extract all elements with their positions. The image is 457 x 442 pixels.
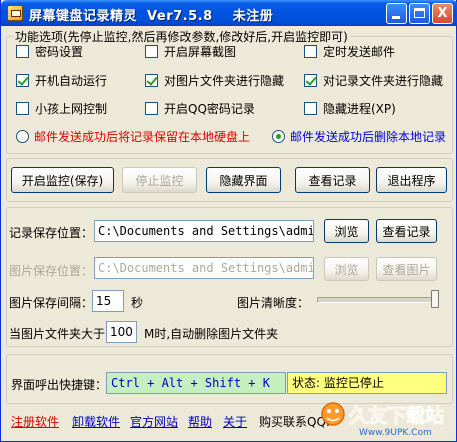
image-path-input[interactable]: C:\Documents and Settings\admin: [94, 257, 314, 279]
checkbox-label: 密码设置: [35, 45, 84, 59]
checkbox-box[interactable]: [145, 74, 158, 87]
checkbox-box[interactable]: [16, 74, 29, 87]
record-path-label: 记录保存位置：: [9, 226, 94, 240]
help-link[interactable]: 帮助: [188, 413, 212, 430]
title-bar[interactable]: 屏幕键盘记录精灵 Ver7.5.8 未注册 X: [1, 0, 457, 26]
keep-local-radio[interactable]: 邮件发送成功后将记录保留在本地硬盘上: [16, 128, 250, 145]
checkbox-label: 开启QQ密码记录: [164, 102, 255, 116]
image-clarity-slider[interactable]: [317, 297, 439, 303]
record-view-button[interactable]: 查看记录: [376, 219, 437, 243]
autostart-checkbox[interactable]: 开机自动运行: [16, 72, 107, 89]
about-link[interactable]: 关于: [223, 413, 247, 430]
checkbox-label: 对记录文件夹进行隐藏: [323, 74, 444, 88]
exit-button[interactable]: 退出程序: [376, 167, 447, 193]
main-window: 屏幕键盘记录精灵 Ver7.5.8 未注册 X 功能选项(先停止监控,然后再修改…: [0, 0, 457, 442]
checkbox-box[interactable]: [145, 102, 158, 115]
checkbox-label: 定时发送邮件: [323, 45, 396, 59]
password-setting-checkbox[interactable]: 密码设置: [16, 43, 83, 60]
record-path-input[interactable]: C:\Documents and Settings\admin: [94, 220, 314, 242]
hide-image-folder-checkbox[interactable]: 对图片文件夹进行隐藏: [145, 72, 284, 89]
image-path-label: 图片保存位置：: [9, 264, 94, 278]
folder-limit-input[interactable]: 100: [106, 321, 137, 343]
checkbox-box[interactable]: [304, 102, 317, 115]
keyboard-app-icon: [7, 5, 23, 21]
watermark-brand: 久友下载站: [349, 404, 444, 427]
checkbox-box[interactable]: [145, 45, 158, 58]
watermark-url: Www.9UPK.Com: [359, 428, 432, 438]
register-link[interactable]: 注册软件: [11, 413, 59, 430]
image-view-button[interactable]: 查看图片: [376, 257, 437, 281]
image-clarity-label: 图片清晰度：: [237, 296, 310, 310]
screenshot-checkbox[interactable]: 开启屏幕截图: [145, 43, 236, 60]
hide-record-folder-checkbox[interactable]: 对记录文件夹进行隐藏: [304, 72, 443, 89]
scheduled-email-checkbox[interactable]: 定时发送邮件: [304, 43, 395, 60]
radio-dot[interactable]: [272, 130, 285, 143]
checkbox-box[interactable]: [304, 45, 317, 58]
record-browse-button[interactable]: 浏览: [324, 219, 369, 243]
uninstall-link[interactable]: 卸载软件: [72, 413, 120, 430]
start-monitor-button[interactable]: 开启监控(保存): [11, 167, 114, 193]
interval-unit: 秒: [131, 296, 144, 310]
hotkey-input[interactable]: Ctrl + Alt + Shift + K: [106, 372, 286, 394]
hide-ui-button[interactable]: 隐藏界面: [206, 167, 281, 193]
image-browse-button[interactable]: 浏览: [324, 257, 369, 281]
maximize-button[interactable]: [409, 3, 430, 24]
radio-label: 邮件发送成功后删除本地记录: [290, 130, 447, 144]
minimize-button[interactable]: [386, 3, 407, 24]
delete-local-radio[interactable]: 邮件发送成功后删除本地记录: [272, 128, 446, 145]
website-link[interactable]: 官方网站: [130, 413, 178, 430]
checkbox-label: 开启屏幕截图: [164, 45, 237, 59]
checkbox-label: 隐藏进程(XP): [323, 102, 396, 116]
folder-limit-prefix: 当图片文件夹大于: [9, 327, 106, 341]
qq-password-checkbox[interactable]: 开启QQ密码记录: [145, 100, 255, 117]
checkbox-label: 开机自动运行: [35, 74, 108, 88]
checkbox-label: 小孩上网控制: [35, 102, 108, 116]
maximize-icon: [414, 8, 425, 18]
minimize-icon: [392, 16, 400, 19]
image-interval-label: 图片保存间隔：: [9, 296, 94, 310]
stop-monitor-button[interactable]: 停止监控: [122, 167, 197, 193]
checkbox-box[interactable]: [16, 102, 29, 115]
close-icon: X: [437, 6, 448, 21]
hotkey-label: 界面呼出快捷键：: [11, 378, 108, 392]
checkbox-box[interactable]: [304, 74, 317, 87]
checkbox-label: 对图片文件夹进行隐藏: [164, 74, 285, 88]
child-control-checkbox[interactable]: 小孩上网控制: [16, 100, 107, 117]
view-records-button[interactable]: 查看记录: [295, 167, 370, 193]
monitor-status: 状态: 监控已停止: [287, 372, 447, 394]
folder-limit-suffix: M时,自动删除图片文件夹: [144, 327, 279, 341]
close-button[interactable]: X: [432, 3, 453, 24]
image-clarity-slider-thumb[interactable]: [431, 290, 439, 308]
window-title: 屏幕键盘记录精灵 Ver7.5.8 未注册: [29, 9, 274, 24]
image-interval-input[interactable]: 15: [92, 290, 124, 312]
hide-process-checkbox[interactable]: 隐藏进程(XP): [304, 100, 396, 117]
download-site-watermark: 久友下载站 Www.9UPK.Com: [321, 402, 444, 438]
radio-dot[interactable]: [16, 130, 29, 143]
checkbox-box[interactable]: [16, 45, 29, 58]
radio-label: 邮件发送成功后将记录保留在本地硬盘上: [34, 130, 251, 144]
